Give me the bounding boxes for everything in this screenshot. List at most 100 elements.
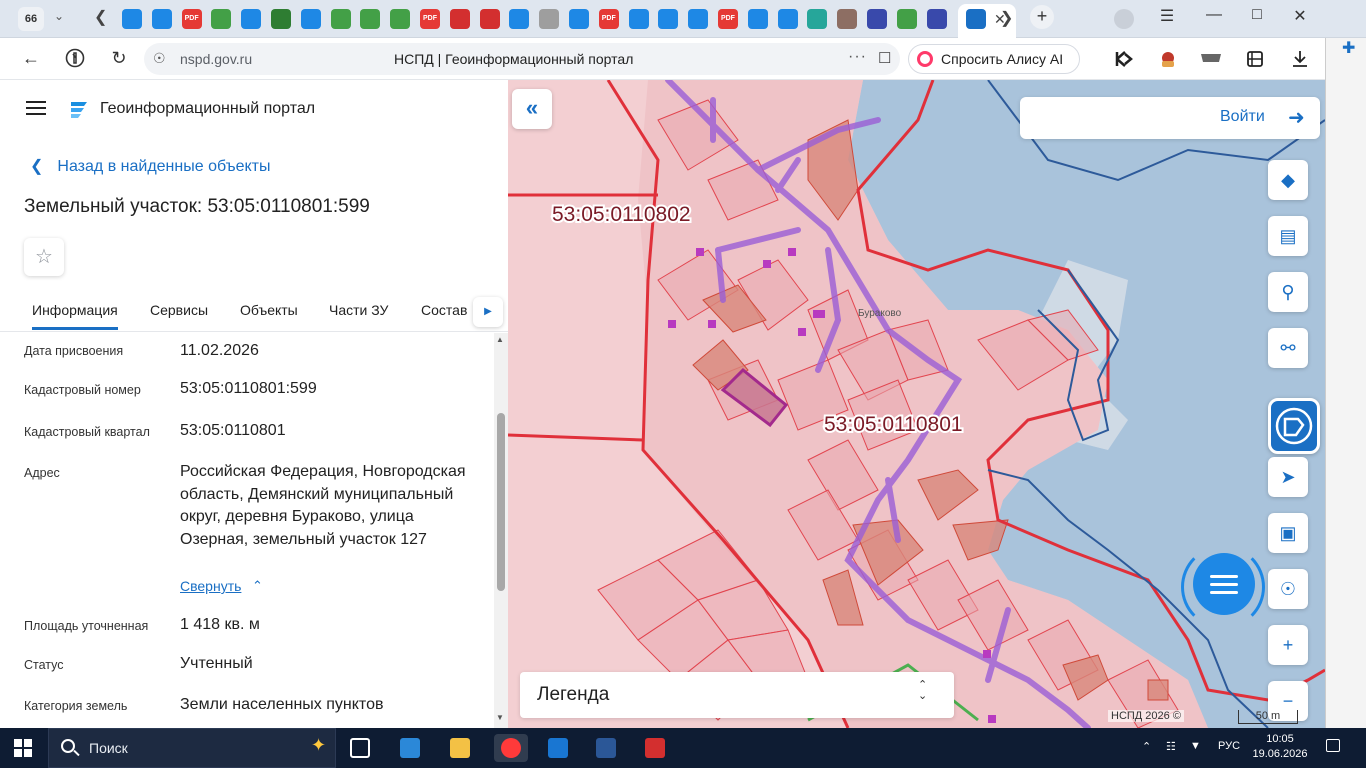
- flag-icon[interactable]: [449, 9, 470, 29]
- maximize-window-icon[interactable]: □: [1242, 6, 1272, 24]
- pdf-icon[interactable]: PDF: [181, 9, 202, 29]
- image-icon[interactable]: [122, 9, 142, 29]
- scrollbar-thumb[interactable]: [497, 413, 505, 591]
- acrobat-icon[interactable]: [641, 734, 669, 762]
- pinned-tabs: PDF PDF PDF PDF: [122, 9, 956, 29]
- doc-icon[interactable]: [568, 9, 589, 29]
- emblem-icon[interactable]: [539, 9, 560, 29]
- flag-icon[interactable]: [479, 9, 500, 29]
- store-icon[interactable]: [396, 734, 424, 762]
- new-tab-button[interactable]: +: [1030, 5, 1054, 29]
- pdf-icon[interactable]: PDF: [598, 9, 619, 29]
- share-icon[interactable]: ⚯: [1268, 328, 1308, 368]
- ruler-icon[interactable]: ▤: [1268, 216, 1308, 256]
- image-icon[interactable]: [688, 9, 709, 29]
- chevron-down-icon[interactable]: ⌄: [54, 9, 64, 23]
- volume-muted-icon[interactable]: ▼: [1190, 740, 1201, 752]
- extension-folder-icon[interactable]: [1200, 50, 1221, 68]
- tab-land-parts[interactable]: Части ЗУ: [329, 302, 388, 318]
- file-explorer-icon[interactable]: [446, 734, 474, 762]
- navigate-icon[interactable]: ➤: [1268, 457, 1308, 497]
- site-info-icon[interactable]: ☉: [153, 50, 166, 67]
- close-window-icon[interactable]: ✕: [1285, 6, 1315, 26]
- pzz-badge-icon[interactable]: [1268, 398, 1320, 454]
- back-nav-icon[interactable]: ←: [18, 48, 44, 69]
- login-button[interactable]: Войти ➜: [1020, 97, 1320, 139]
- collapse-link[interactable]: Свернуть: [180, 578, 241, 594]
- ask-alice-button[interactable]: Спросить Алису AI: [908, 44, 1080, 74]
- menu-icon[interactable]: ☰: [1152, 6, 1182, 26]
- layers-icon[interactable]: ◆: [1268, 160, 1308, 200]
- tray-chevron-icon[interactable]: ⌃: [1142, 740, 1151, 753]
- language-indicator[interactable]: РУС: [1218, 740, 1240, 752]
- extensions-puzzle-icon[interactable]: [1246, 50, 1266, 68]
- minimize-window-icon[interactable]: —: [1199, 6, 1229, 24]
- circle-icon[interactable]: [926, 9, 947, 29]
- chevron-left-icon: ❮: [30, 158, 44, 175]
- emblem-icon[interactable]: [837, 9, 858, 29]
- picture-in-picture-icon[interactable]: ▣: [1268, 513, 1308, 553]
- mail-icon[interactable]: [509, 9, 530, 29]
- tab-services[interactable]: Сервисы: [150, 302, 208, 318]
- pdf-icon[interactable]: PDF: [717, 9, 738, 29]
- cadastral-map[interactable]: 53:05:0110802 53:05:0110801 Бураково « В…: [508, 80, 1325, 728]
- windows-start-icon[interactable]: [14, 739, 32, 757]
- scroll-up-icon[interactable]: ▲: [496, 335, 504, 344]
- yandex-icon[interactable]: [62, 48, 88, 73]
- doc-icon[interactable]: [747, 9, 768, 29]
- sheet-icon[interactable]: [270, 9, 291, 29]
- tab-information[interactable]: Информация: [32, 302, 118, 330]
- extension-k-icon[interactable]: [1114, 50, 1134, 68]
- map-canvas[interactable]: 53:05:0110802 53:05:0110801 Бураково: [508, 80, 1325, 728]
- url-field[interactable]: ☉ nspd.gov.ru НСПД | Геоинформационный п…: [144, 43, 900, 75]
- check-icon[interactable]: [360, 9, 381, 29]
- field-label: Кадастровый квартал: [24, 425, 150, 439]
- more-icon[interactable]: ···: [848, 48, 867, 66]
- clock[interactable]: 10:05 19.06.2026: [1250, 732, 1310, 762]
- download-icon[interactable]: [1290, 50, 1310, 68]
- legend-dropdown[interactable]: Легенда ⌃ ⌄: [520, 672, 954, 718]
- yandex-browser-app-icon[interactable]: [494, 734, 528, 762]
- bookmark-icon[interactable]: ☐: [878, 49, 891, 67]
- hamburger-menu-icon[interactable]: [26, 101, 46, 115]
- extension-avatar-icon[interactable]: [1158, 50, 1178, 68]
- notifications-icon[interactable]: [1326, 739, 1340, 752]
- locate-icon[interactable]: ☉: [1268, 569, 1308, 609]
- taskbar-search[interactable]: Поиск ✦: [48, 728, 336, 768]
- tab-composition[interactable]: Состав: [421, 302, 467, 318]
- chat-icon[interactable]: [1193, 553, 1255, 615]
- network-icon[interactable]: ☷: [1166, 740, 1176, 753]
- doc-icon[interactable]: [241, 9, 262, 29]
- outlook-icon[interactable]: [544, 734, 572, 762]
- doc-icon[interactable]: [628, 9, 649, 29]
- star-icon[interactable]: [807, 9, 828, 29]
- check-icon[interactable]: [211, 9, 232, 29]
- mail-icon[interactable]: [300, 9, 321, 29]
- area-select-icon[interactable]: ⚲: [1268, 272, 1308, 312]
- chevron-up-icon[interactable]: ⌃: [252, 578, 263, 594]
- tabs-scroll-left-icon[interactable]: ❮: [94, 7, 107, 27]
- profile-avatar[interactable]: [1114, 9, 1134, 29]
- parcel-title: Земельный участок: 53:05:0110801:599: [24, 196, 370, 217]
- favorite-star-icon[interactable]: ☆: [24, 238, 64, 276]
- chat-icon[interactable]: [777, 9, 798, 29]
- tab-count-button[interactable]: 66: [18, 7, 44, 31]
- tabs-scroll-right-icon[interactable]: ❯: [1000, 8, 1013, 28]
- back-to-results-link[interactable]: ❮ Назад в найденные объекты: [30, 156, 271, 176]
- mail-icon[interactable]: [151, 9, 172, 29]
- tabs-next-icon[interactable]: ▶: [473, 297, 503, 327]
- doc-icon[interactable]: [658, 9, 679, 29]
- tab-objects[interactable]: Объекты: [240, 302, 298, 318]
- circle-icon[interactable]: [866, 9, 887, 29]
- sheet-icon[interactable]: [896, 9, 917, 29]
- panel-scrollbar[interactable]: ▲ ▼: [494, 333, 508, 728]
- task-view-icon[interactable]: [346, 734, 374, 762]
- check-icon[interactable]: [390, 9, 411, 29]
- reload-icon[interactable]: ↻: [106, 48, 132, 69]
- word-icon[interactable]: [592, 734, 620, 762]
- scroll-down-icon[interactable]: ▼: [496, 713, 504, 722]
- pdf-icon[interactable]: PDF: [419, 9, 440, 29]
- zoom-in-icon[interactable]: +: [1268, 625, 1308, 665]
- collapse-panel-icon[interactable]: «: [512, 89, 552, 129]
- check-icon[interactable]: [330, 9, 351, 29]
